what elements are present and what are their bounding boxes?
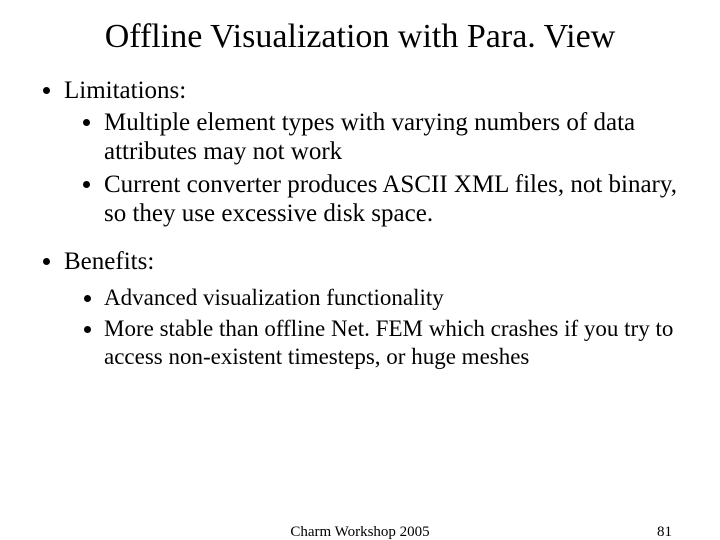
limitation-item: Current converter produces ASCII XML fil… (104, 170, 684, 229)
bullet-list: Limitations: Multiple element types with… (36, 76, 684, 371)
benefit-item: More stable than offline Net. FEM which … (104, 315, 684, 371)
benefits-sublist: Advanced visualization functionality Mor… (64, 284, 684, 371)
page-number: 81 (657, 524, 672, 540)
bullet-benefits: Benefits: Advanced visualization functio… (64, 247, 684, 372)
benefits-label: Benefits: (64, 248, 154, 275)
footer-center-text: Charm Workshop 2005 (0, 524, 720, 540)
benefit-item: Advanced visualization functionality (104, 284, 684, 312)
limitation-item: Multiple element types with varying numb… (104, 108, 684, 167)
limitations-sublist: Multiple element types with varying numb… (64, 108, 684, 229)
slide-body: Limitations: Multiple element types with… (0, 76, 720, 371)
bullet-limitations: Limitations: Multiple element types with… (64, 76, 684, 229)
slide: Offline Visualization with Para. View Li… (0, 0, 720, 540)
slide-title: Offline Visualization with Para. View (0, 0, 720, 66)
limitations-label: Limitations: (64, 77, 186, 104)
